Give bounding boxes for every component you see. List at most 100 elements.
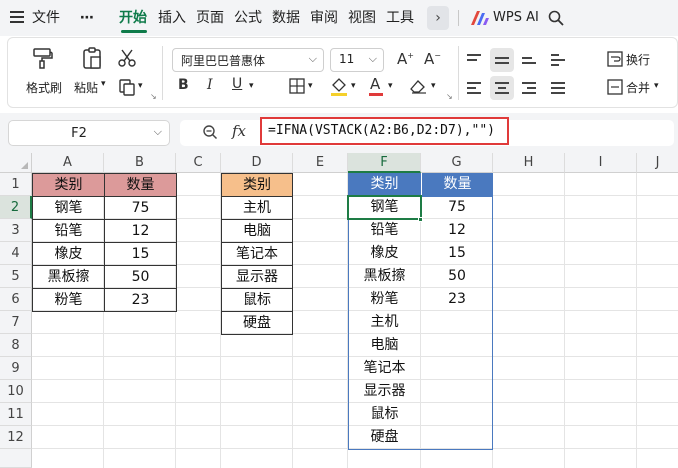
zoom-icon[interactable] <box>202 124 218 140</box>
column-header-d[interactable]: D <box>221 153 293 173</box>
tab-tools[interactable]: 工具 <box>386 0 414 36</box>
wps-ai-button[interactable]: WPS AI <box>493 0 539 36</box>
active-cell-f2[interactable] <box>347 195 422 220</box>
search-icon[interactable] <box>548 10 564 26</box>
tab-page[interactable]: 页面 <box>196 0 224 36</box>
merge-caret-icon[interactable]: ▾ <box>654 81 659 91</box>
result-cell[interactable]: 粉笔 <box>348 288 421 311</box>
row-header-12[interactable]: 12 <box>0 426 32 449</box>
table1-cell[interactable]: 75 <box>104 196 177 220</box>
row-header-7[interactable]: 7 <box>0 311 32 334</box>
cut-icon[interactable] <box>118 49 136 67</box>
underline-icon[interactable]: U <box>232 76 242 92</box>
result-cell[interactable]: 黑板擦 <box>348 265 421 288</box>
fill-color-caret-icon[interactable]: ▾ <box>351 81 356 91</box>
copy-caret-icon[interactable]: ▾ <box>138 81 143 91</box>
menu-file[interactable]: 文件 <box>32 0 60 36</box>
select-all-corner[interactable] <box>0 153 32 173</box>
table2-header-category[interactable]: 类别 <box>221 173 293 197</box>
align-top-icon[interactable] <box>467 54 481 64</box>
column-header-e[interactable]: E <box>293 153 348 173</box>
table1-cell[interactable]: 粉笔 <box>32 288 105 312</box>
table2-cell[interactable]: 显示器 <box>221 265 293 289</box>
column-header-b[interactable]: B <box>104 153 176 173</box>
clear-format-icon[interactable] <box>409 78 427 94</box>
tab-data[interactable]: 数据 <box>272 0 300 36</box>
align-right-icon[interactable] <box>522 82 536 97</box>
result-header-category[interactable]: 类别 <box>348 173 421 196</box>
merge-cells-label[interactable]: 合并 <box>626 79 650 96</box>
table1-header-category[interactable]: 类别 <box>32 173 105 197</box>
underline-caret-icon[interactable]: ▾ <box>249 81 254 91</box>
font-size-select[interactable]: 11 ⌵ <box>330 48 384 72</box>
justify-icon[interactable] <box>551 82 565 97</box>
menu-more-icon[interactable]: ⋯ <box>80 0 94 36</box>
font-color-icon[interactable]: A <box>370 75 380 93</box>
result-cell[interactable]: 铅笔 <box>348 219 421 242</box>
result-cell[interactable]: 75 <box>421 196 493 219</box>
result-cell[interactable]: 橡皮 <box>348 242 421 265</box>
function-icon[interactable]: fx <box>232 122 246 140</box>
table1-cell[interactable]: 铅笔 <box>32 219 105 243</box>
table2-cell[interactable]: 硬盘 <box>221 311 293 335</box>
font-expand-icon[interactable]: ↘ <box>446 92 453 101</box>
wrap-text-label[interactable]: 换行 <box>626 51 650 68</box>
row-header-10[interactable]: 10 <box>0 380 32 403</box>
result-cell[interactable]: 电脑 <box>348 334 421 357</box>
result-cell[interactable]: 15 <box>421 242 493 265</box>
wrap-text-icon[interactable] <box>607 51 623 67</box>
font-color-caret-icon[interactable]: ▾ <box>388 81 393 91</box>
result-cell[interactable]: 显示器 <box>348 380 421 403</box>
font-name-select[interactable]: 阿里巴巴普惠体 ⌵ <box>172 48 324 72</box>
row-header-9[interactable]: 9 <box>0 357 32 380</box>
paste-label[interactable]: 粘贴 <box>74 79 98 96</box>
align-bottom-icon[interactable] <box>522 57 536 67</box>
table2-cell[interactable]: 鼠标 <box>221 288 293 312</box>
font-shrink-icon[interactable]: A− <box>424 50 441 68</box>
result-cell[interactable]: 硬盘 <box>348 426 421 449</box>
row-header-11[interactable]: 11 <box>0 403 32 426</box>
table2-cell[interactable]: 笔记本 <box>221 242 293 266</box>
row-header-2[interactable]: 2 <box>0 196 32 219</box>
row-header-5[interactable]: 5 <box>0 265 32 288</box>
table1-cell[interactable]: 15 <box>104 242 177 266</box>
table2-cell[interactable]: 主机 <box>221 196 293 220</box>
result-cell[interactable]: 23 <box>421 288 493 311</box>
result-cell[interactable]: 50 <box>421 265 493 288</box>
merge-cells-icon[interactable] <box>607 79 623 95</box>
align-left-icon[interactable] <box>467 82 481 97</box>
result-cell[interactable]: 鼠标 <box>348 403 421 426</box>
text-direction-icon[interactable] <box>551 54 565 64</box>
format-painter-icon[interactable] <box>31 46 55 70</box>
column-header-g[interactable]: G <box>421 153 493 173</box>
table1-cell[interactable]: 橡皮 <box>32 242 105 266</box>
row-header-1[interactable]: 1 <box>0 173 32 196</box>
row-header-3[interactable]: 3 <box>0 219 32 242</box>
font-grow-icon[interactable]: A+ <box>397 50 414 68</box>
chevron-down-icon[interactable]: ⌵ <box>154 125 162 139</box>
clear-format-caret-icon[interactable]: ▾ <box>431 81 436 91</box>
column-header-h[interactable]: H <box>493 153 565 173</box>
tabs-next-button[interactable]: › <box>427 6 449 30</box>
table1-cell[interactable]: 50 <box>104 265 177 289</box>
column-header-a[interactable]: A <box>32 153 104 173</box>
table2-cell[interactable]: 电脑 <box>221 219 293 243</box>
borders-caret-icon[interactable]: ▾ <box>308 81 313 91</box>
table1-cell[interactable]: 黑板擦 <box>32 265 105 289</box>
result-cell[interactable]: 12 <box>421 219 493 242</box>
tab-insert[interactable]: 插入 <box>158 0 186 36</box>
result-cell[interactable]: 笔记本 <box>348 357 421 380</box>
column-header-i[interactable]: I <box>565 153 637 173</box>
formula-input[interactable]: =IFNA(VSTACK(A2:B6,D2:D7),"") <box>260 117 509 145</box>
result-cell[interactable]: 主机 <box>348 311 421 334</box>
paste-caret-icon[interactable]: ▾ <box>101 79 106 89</box>
row-header-8[interactable]: 8 <box>0 334 32 357</box>
borders-icon[interactable] <box>289 78 305 94</box>
bold-icon[interactable]: B <box>178 77 189 93</box>
table1-cell[interactable]: 23 <box>104 288 177 312</box>
row-header-13[interactable] <box>0 449 32 468</box>
fill-color-icon[interactable] <box>330 76 348 96</box>
column-header-j[interactable]: J <box>637 153 678 173</box>
result-header-quantity[interactable]: 数量 <box>421 173 493 196</box>
name-box[interactable]: F2 ⌵ <box>8 120 170 146</box>
